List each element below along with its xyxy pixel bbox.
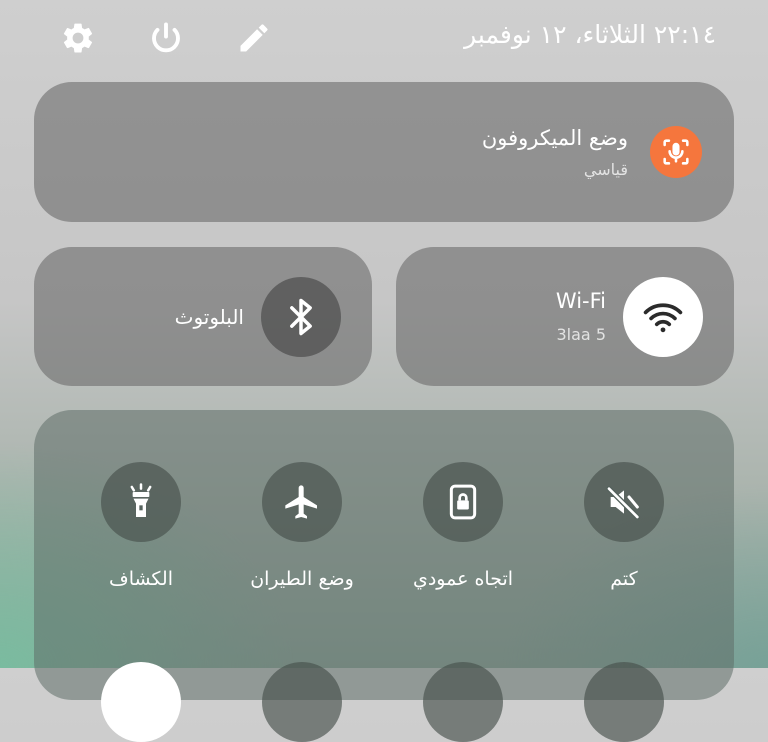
bluetooth-icon [290, 298, 312, 336]
microphone-mode-value: قياسي [583, 160, 628, 179]
next-toggle-row [34, 662, 734, 742]
portrait-lock-icon[interactable] [423, 462, 503, 542]
bluetooth-tile[interactable]: البلوتوث [34, 247, 372, 386]
bluetooth-label: البلوتوث [174, 305, 244, 329]
mute-label: كتم [610, 568, 638, 590]
mute-icon[interactable] [584, 462, 664, 542]
portrait-lock-label: اتجاه عمودي [412, 568, 514, 590]
quick-toggles-panel: الكشاف وضع الطيران اتجاه عمودي كتم [34, 410, 734, 742]
mute-toggle[interactable]: كتم [544, 462, 704, 642]
toggle-peek[interactable] [584, 662, 664, 742]
microphone-mode-tile[interactable]: وضع الميكروفون قياسي [34, 82, 734, 222]
status-bar: ٢٢:١٤ الثلاثاء، ١٢ نوفمبر [0, 0, 768, 78]
airplane-mode-label: وضع الطيران [250, 568, 354, 590]
flashlight-icon[interactable] [101, 462, 181, 542]
gear-icon[interactable] [58, 18, 98, 58]
wifi-toggle[interactable] [623, 277, 703, 357]
toggle-peek[interactable] [101, 662, 181, 742]
toggle-peek[interactable] [423, 662, 503, 742]
flashlight-toggle[interactable]: الكشاف [61, 462, 221, 642]
portrait-lock-toggle[interactable]: اتجاه عمودي [383, 462, 543, 642]
microphone-icon [650, 126, 702, 178]
power-icon[interactable] [146, 18, 186, 58]
bluetooth-toggle[interactable] [261, 277, 341, 357]
wifi-icon [643, 303, 683, 333]
date-time-text: ٢٢:١٤ الثلاثاء، ١٢ نوفمبر [464, 20, 716, 49]
flashlight-label: الكشاف [109, 568, 173, 590]
wifi-label: Wi-Fi [555, 289, 606, 313]
airplane-mode-toggle[interactable]: وضع الطيران [222, 462, 382, 642]
microphone-mode-title: وضع الميكروفون [481, 126, 628, 150]
airplane-icon[interactable] [262, 462, 342, 542]
toggle-peek[interactable] [262, 662, 342, 742]
wifi-network-name: 3laa 5 [556, 325, 607, 344]
edit-pencil-icon[interactable] [234, 18, 274, 58]
wifi-tile[interactable]: Wi-Fi 3laa 5 [396, 247, 734, 386]
